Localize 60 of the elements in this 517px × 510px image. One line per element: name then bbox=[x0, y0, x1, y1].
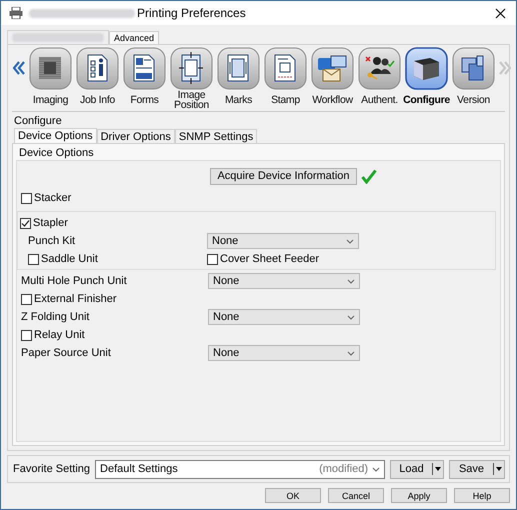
dialog-button[interactable]: Cancel bbox=[328, 488, 384, 503]
field-label: Favorite Setting bbox=[13, 463, 90, 475]
toolbar-button[interactable]: Configure bbox=[405, 47, 448, 110]
toolbar-button[interactable]: Image Position bbox=[170, 47, 213, 110]
check-icon bbox=[21, 218, 30, 228]
field-label: Punch Kit bbox=[28, 235, 76, 247]
checkbox[interactable]: Stapler bbox=[20, 217, 68, 229]
printer-box-icon bbox=[405, 47, 448, 90]
section-title: Configure bbox=[14, 115, 63, 127]
tab[interactable]: Advanced bbox=[109, 31, 160, 44]
dialog-button[interactable]: Apply bbox=[391, 488, 447, 503]
caret-icon bbox=[347, 314, 355, 320]
dropdown[interactable]: None bbox=[208, 309, 360, 325]
acquire-button[interactable]: Acquire Device Information bbox=[210, 168, 357, 184]
caret-icon bbox=[346, 238, 354, 244]
caret-icon bbox=[494, 466, 504, 472]
group-title: Device Options bbox=[19, 147, 94, 159]
toolbar-button[interactable]: Marks bbox=[217, 47, 260, 110]
dropdown[interactable]: None bbox=[208, 345, 360, 361]
field-label: Paper Source Unit bbox=[21, 347, 112, 359]
dialog-button[interactable]: OK bbox=[265, 488, 321, 503]
stamp-page-icon bbox=[264, 47, 307, 90]
caret-icon bbox=[347, 278, 355, 284]
envelope-icon bbox=[311, 47, 354, 90]
page-margins-icon bbox=[217, 47, 260, 90]
checkbox[interactable]: Stacker bbox=[21, 192, 72, 204]
caret-icon bbox=[347, 350, 355, 356]
toolbar-button[interactable]: Authent. bbox=[358, 47, 401, 110]
toolbar-button[interactable]: Imaging bbox=[29, 47, 72, 110]
printer-icon bbox=[9, 7, 23, 19]
window-title: Printing Preferences bbox=[137, 6, 247, 20]
toolbar-button[interactable]: Workflow bbox=[311, 47, 354, 110]
checkbox[interactable]: Relay Unit bbox=[21, 329, 85, 341]
tab[interactable]: Driver Options bbox=[96, 129, 175, 143]
toolbar-button[interactable]: Job Info bbox=[76, 47, 119, 110]
split-button[interactable]: Load bbox=[390, 460, 444, 478]
tab[interactable]: SNMP Settings bbox=[174, 129, 258, 143]
form-page-icon bbox=[123, 47, 166, 90]
dropdown[interactable]: None bbox=[208, 273, 360, 289]
field-label: Z Folding Unit bbox=[21, 311, 90, 323]
halftone-square-icon bbox=[29, 47, 72, 90]
page-position-icon bbox=[170, 47, 213, 90]
favorite-dropdown[interactable]: Default Settings (modified) bbox=[95, 460, 385, 478]
toolbar-button[interactable]: Stamp bbox=[264, 47, 307, 110]
caret-icon bbox=[372, 466, 380, 472]
scroll-left-icon[interactable] bbox=[13, 61, 25, 75]
dropdown[interactable]: None bbox=[207, 233, 359, 249]
checkbox[interactable]: External Finisher bbox=[21, 293, 117, 305]
checkbox[interactable]: Cover Sheet Feeder bbox=[207, 253, 320, 265]
overlapping-pages-icon bbox=[452, 47, 495, 90]
split-button[interactable]: Save bbox=[449, 460, 505, 478]
toolbar-button[interactable]: Version bbox=[452, 47, 495, 110]
checkbox[interactable]: Saddle Unit bbox=[28, 253, 207, 265]
people-key-icon bbox=[358, 47, 401, 90]
toolbar-button[interactable]: Forms bbox=[123, 47, 166, 110]
tab[interactable]: Device Options bbox=[14, 128, 97, 143]
checklist-icon bbox=[76, 47, 119, 90]
dialog-button[interactable]: Help bbox=[454, 488, 510, 503]
field-label: Multi Hole Punch Unit bbox=[21, 275, 128, 287]
caret-icon bbox=[433, 466, 443, 472]
